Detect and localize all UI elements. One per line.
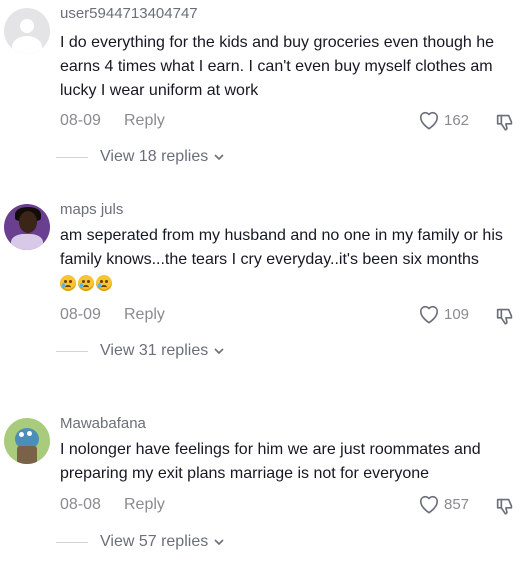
view-replies-label: View 18 replies [100, 148, 209, 165]
thumbs-down-icon [496, 498, 513, 515]
dislike-button[interactable] [494, 305, 516, 332]
heart-outline-icon [420, 111, 438, 130]
like-button[interactable]: 857 [418, 494, 469, 514]
view-replies-button[interactable]: View 57 replies [56, 533, 225, 551]
view-replies-label: View 57 replies [100, 533, 209, 550]
divider-line [56, 350, 88, 352]
divider-line [56, 156, 88, 158]
chevron-down-icon [214, 539, 224, 546]
avatar[interactable] [4, 8, 50, 54]
comment-text: I do everything for the kids and buy gro… [60, 34, 495, 99]
comment-date: 08-09 [60, 306, 101, 323]
comment-text: I nolonger have feelings for him we are … [60, 441, 481, 482]
reply-button[interactable]: Reply [124, 306, 165, 324]
dislike-button[interactable] [494, 495, 516, 522]
crying-face-icon [78, 275, 94, 291]
view-replies-button[interactable]: View 31 replies [56, 342, 225, 360]
comment-text: am seperated from my husband and no one … [60, 227, 503, 268]
like-count: 162 [444, 111, 470, 129]
crying-face-icon [96, 275, 112, 291]
view-replies-label: View 31 replies [100, 342, 209, 359]
thumbs-down-icon [496, 308, 513, 325]
like-button[interactable]: 109 [418, 304, 469, 324]
divider-line [56, 541, 88, 543]
reply-button[interactable]: Reply [124, 496, 165, 514]
chevron-down-icon [214, 154, 224, 161]
chevron-down-icon [214, 348, 224, 355]
heart-outline-icon [420, 305, 438, 324]
avatar[interactable] [4, 418, 50, 464]
comment-date: 08-08 [60, 496, 101, 513]
like-count: 857 [444, 495, 470, 513]
crying-face-icon [60, 275, 76, 291]
comment-username[interactable]: maps juls [60, 201, 123, 218]
view-replies-button[interactable]: View 18 replies [56, 148, 225, 166]
reply-button[interactable]: Reply [124, 112, 165, 130]
like-count: 109 [444, 305, 470, 323]
comment-username[interactable]: Mawabafana [60, 415, 146, 432]
heart-outline-icon [420, 495, 438, 514]
like-button[interactable]: 162 [418, 110, 469, 130]
emoji-row [60, 275, 112, 291]
avatar[interactable] [4, 204, 50, 250]
comment-date: 08-09 [60, 112, 101, 129]
dislike-button[interactable] [494, 111, 516, 138]
comment-username[interactable]: user5944713404747 [60, 5, 198, 22]
thumbs-down-icon [496, 114, 513, 131]
